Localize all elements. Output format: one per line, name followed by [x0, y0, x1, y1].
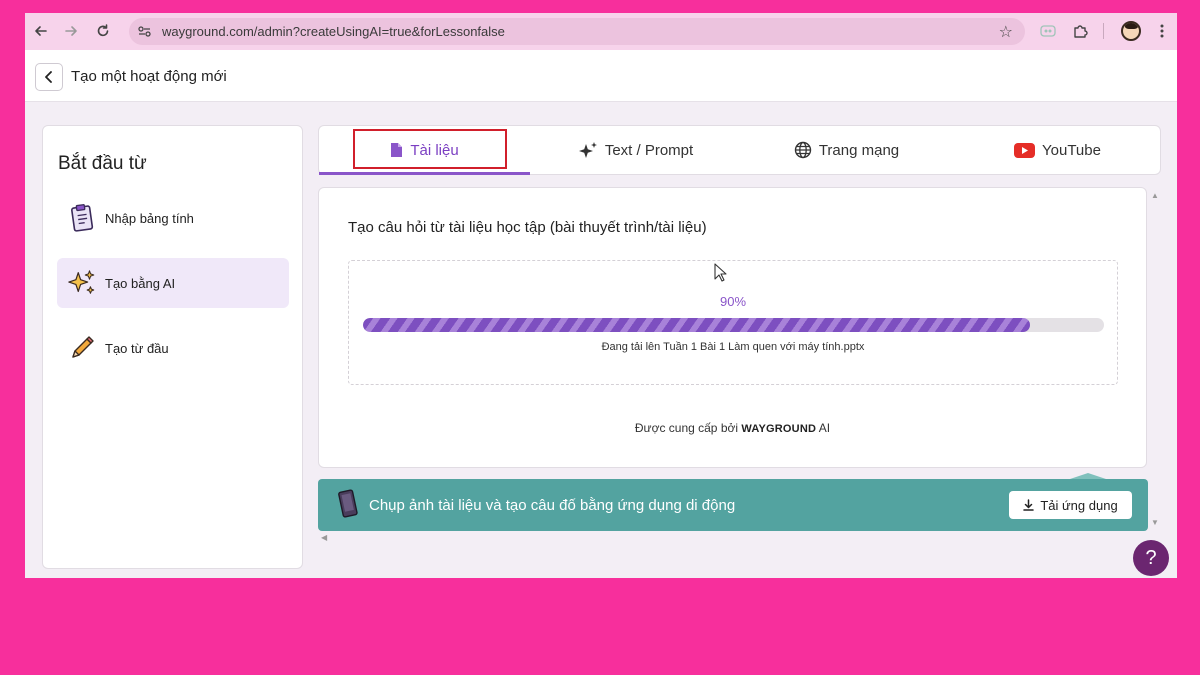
phone-icon — [338, 489, 360, 524]
sparkles-icon — [67, 268, 97, 298]
sparkle-icon — [578, 141, 598, 159]
progress-percent: 90% — [719, 294, 747, 309]
back-arrow-icon[interactable] — [31, 21, 51, 41]
powered-suffix: AI — [818, 421, 831, 435]
sidebar-item-label: Tạo bằng AI — [105, 275, 176, 291]
banner-handle-icon — [1070, 473, 1106, 479]
progress-bar-fill — [363, 318, 1030, 332]
source-tabs: Tài liệu Text / Prompt Trang mạng YouTub… — [318, 125, 1161, 175]
start-from-sidebar: Bắt đầu từ Nhập bảng tính Tạo bằng AI Tạ… — [42, 125, 303, 569]
sidebar-item-import-spreadsheet[interactable]: Nhập bảng tính — [57, 193, 289, 243]
sidebar-title: Bắt đầu từ — [58, 153, 147, 174]
upload-dropzone[interactable]: 90% Đang tải lên Tuần 1 Bài 1 Làm quen v… — [348, 260, 1118, 385]
back-button[interactable] — [35, 63, 63, 91]
page-title: Tạo một hoạt động mới — [71, 68, 227, 85]
mobile-app-banner: Chụp ảnh tài liệu và tạo câu đố bằng ứng… — [318, 473, 1148, 531]
toolbar-divider — [1103, 23, 1104, 39]
chevron-left-icon — [45, 71, 52, 83]
sidebar-item-label: Tạo từ đầu — [105, 340, 169, 356]
url-text: wayground.com/admin?createUsingAI=true&f… — [162, 24, 505, 39]
powered-brand: WAYGROUND — [741, 423, 817, 435]
banner-text: Chụp ảnh tài liệu và tạo câu đố bằng ứng… — [369, 497, 736, 514]
powered-by: Được cung cấp bởi WAYGROUND AI — [319, 421, 1146, 435]
app-header: Tạo một hoạt động mới — [25, 50, 1177, 102]
extension-icon[interactable] — [1039, 22, 1057, 40]
scroll-down-arrow[interactable]: ▼ — [1151, 518, 1159, 527]
profile-avatar[interactable] — [1121, 21, 1141, 41]
progress-bar — [363, 318, 1104, 332]
address-bar[interactable]: wayground.com/admin?createUsingAI=true&f… — [129, 18, 1025, 45]
tab-youtube[interactable]: YouTube — [952, 126, 1163, 174]
download-icon — [1023, 499, 1035, 511]
tab-label: YouTube — [1042, 141, 1101, 159]
sidebar-item-create-from-scratch[interactable]: Tạo từ đầu — [57, 323, 289, 373]
sidebar-item-label: Nhập bảng tính — [105, 210, 194, 226]
pencil-icon — [67, 333, 97, 363]
tab-highlight-box — [353, 129, 507, 169]
browser-window: wayground.com/admin?createUsingAI=true&f… — [25, 13, 1177, 578]
reload-icon[interactable] — [93, 21, 113, 41]
scroll-up-arrow[interactable]: ▲ — [1151, 191, 1159, 200]
tab-website[interactable]: Trang mạng — [741, 126, 952, 174]
help-button[interactable]: ? — [1133, 540, 1169, 576]
forward-arrow-icon[interactable] — [61, 21, 81, 41]
tab-text-prompt[interactable]: Text / Prompt — [530, 126, 741, 174]
site-settings-icon[interactable] — [137, 24, 152, 39]
upload-card: Tạo câu hỏi từ tài liệu học tập (bài thu… — [318, 187, 1147, 468]
download-app-label: Tải ứng dụng — [1040, 497, 1118, 513]
bookmark-star-icon[interactable]: ☆ — [999, 22, 1013, 42]
browser-toolbar: wayground.com/admin?createUsingAI=true&f… — [25, 13, 1177, 50]
tab-label: Text / Prompt — [604, 141, 694, 159]
more-menu-icon[interactable] — [1153, 22, 1171, 40]
download-app-button[interactable]: Tải ứng dụng — [1009, 491, 1132, 519]
globe-icon — [794, 141, 812, 159]
mouse-cursor-icon — [714, 263, 727, 282]
upload-status-text: Đang tải lên Tuần 1 Bài 1 Làm quen với m… — [601, 341, 865, 353]
sidebar-item-create-with-ai[interactable]: Tạo bằng AI — [57, 258, 289, 308]
tab-label: Trang mạng — [818, 141, 900, 159]
youtube-icon — [1014, 142, 1036, 158]
clipboard-icon — [67, 203, 97, 233]
powered-prefix: Được cung cấp bởi — [634, 421, 739, 435]
scroll-left-arrow[interactable]: ◀ — [321, 533, 327, 542]
puzzle-icon[interactable] — [1071, 22, 1089, 40]
active-tab-indicator — [319, 172, 530, 175]
card-heading: Tạo câu hỏi từ tài liệu học tập (bài thu… — [348, 219, 707, 236]
